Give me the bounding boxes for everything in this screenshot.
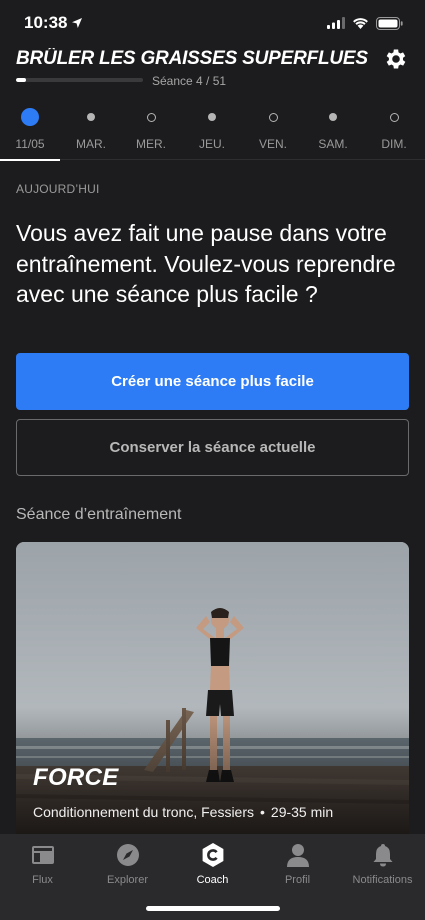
tab-label: Profil (284, 874, 311, 886)
day-item[interactable]: SAM. (303, 102, 363, 160)
bell-icon (373, 844, 392, 867)
gear-icon[interactable] (383, 46, 409, 72)
keep-current-session-button[interactable]: Conserver la séance actuelle (16, 419, 409, 476)
tab-label: Flux (32, 874, 53, 886)
rest-dot-icon (146, 112, 156, 122)
tab-label: Explorer (107, 874, 148, 886)
status-bar: 10:38 (0, 0, 425, 46)
tab-coach[interactable]: Coach (170, 842, 255, 890)
today-label: AUJOURD’HUI (16, 182, 100, 196)
program-header: BRÛLER LES GRAISSES SUPERFLUES Séance 4 … (0, 44, 425, 92)
tab-label: Coach (196, 874, 229, 886)
status-time: 10:38 (24, 13, 83, 33)
workout-focus: Conditionnement du tronc, Fessiers (33, 804, 254, 820)
section-title: Séance d’entraînement (16, 506, 182, 523)
workout-meta: Conditionnement du tronc, Fessiers • 29-… (33, 804, 333, 820)
day-item[interactable]: MAR. (61, 102, 121, 160)
day-item[interactable]: VEN. (243, 102, 303, 160)
tab-flux[interactable]: Flux (0, 842, 85, 890)
location-arrow-icon (72, 18, 83, 28)
create-easier-session-button[interactable]: Créer une séance plus facile (16, 353, 409, 410)
tab-profil[interactable]: Profil (255, 842, 340, 890)
session-count: Séance 4 / 51 (152, 74, 227, 88)
day-selector: 11/05 MAR. MER. JEU. VEN. SAM. DIM. (0, 102, 425, 161)
day-item[interactable]: MER. (121, 102, 181, 160)
session-dot-icon (329, 113, 337, 121)
home-indicator (146, 906, 280, 911)
tab-label: Notifications (352, 874, 413, 886)
workout-duration: 29-35 min (270, 804, 334, 820)
wifi-icon (353, 18, 368, 29)
day-label: DIM. (381, 137, 407, 151)
easier-session-prompt: Vous avez fait une pause dans votre entr… (16, 220, 396, 307)
profile-icon (286, 844, 309, 867)
workout-card[interactable]: FORCE Conditionnement du tronc, Fessiers… (16, 542, 409, 842)
workout-photo (16, 542, 409, 842)
program-progress-fill (16, 78, 26, 82)
rest-dot-icon (268, 112, 278, 122)
day-item[interactable]: JEU. (182, 102, 242, 160)
coach-icon (202, 843, 223, 867)
program-title: BRÛLER LES GRAISSES SUPERFLUES (16, 48, 368, 69)
day-label: MER. (136, 137, 166, 151)
session-dot-icon (208, 113, 216, 121)
rest-dot-icon (389, 112, 399, 122)
day-item[interactable]: DIM. (364, 102, 424, 160)
cellular-signal-icon (327, 17, 345, 29)
day-label: JEU. (198, 137, 225, 151)
tab-notifications[interactable]: Notifications (340, 842, 425, 890)
meta-separator: • (260, 804, 265, 820)
compass-icon (116, 844, 139, 866)
battery-icon (376, 16, 403, 30)
active-day-indicator (0, 159, 60, 161)
feed-icon (31, 846, 54, 864)
status-indicators (327, 16, 403, 30)
program-progress-bar (16, 78, 143, 82)
day-label: 11/05 (15, 137, 45, 151)
day-item[interactable]: 11/05 (0, 102, 60, 161)
day-label: MAR. (76, 137, 106, 151)
today-dot-icon (21, 108, 39, 126)
clock-time: 10:38 (24, 13, 68, 32)
workout-type: FORCE (33, 764, 119, 791)
day-label: SAM. (318, 137, 348, 151)
session-dot-icon (87, 113, 95, 121)
day-label: VEN. (258, 137, 287, 151)
tab-explorer[interactable]: Explorer (85, 842, 170, 890)
